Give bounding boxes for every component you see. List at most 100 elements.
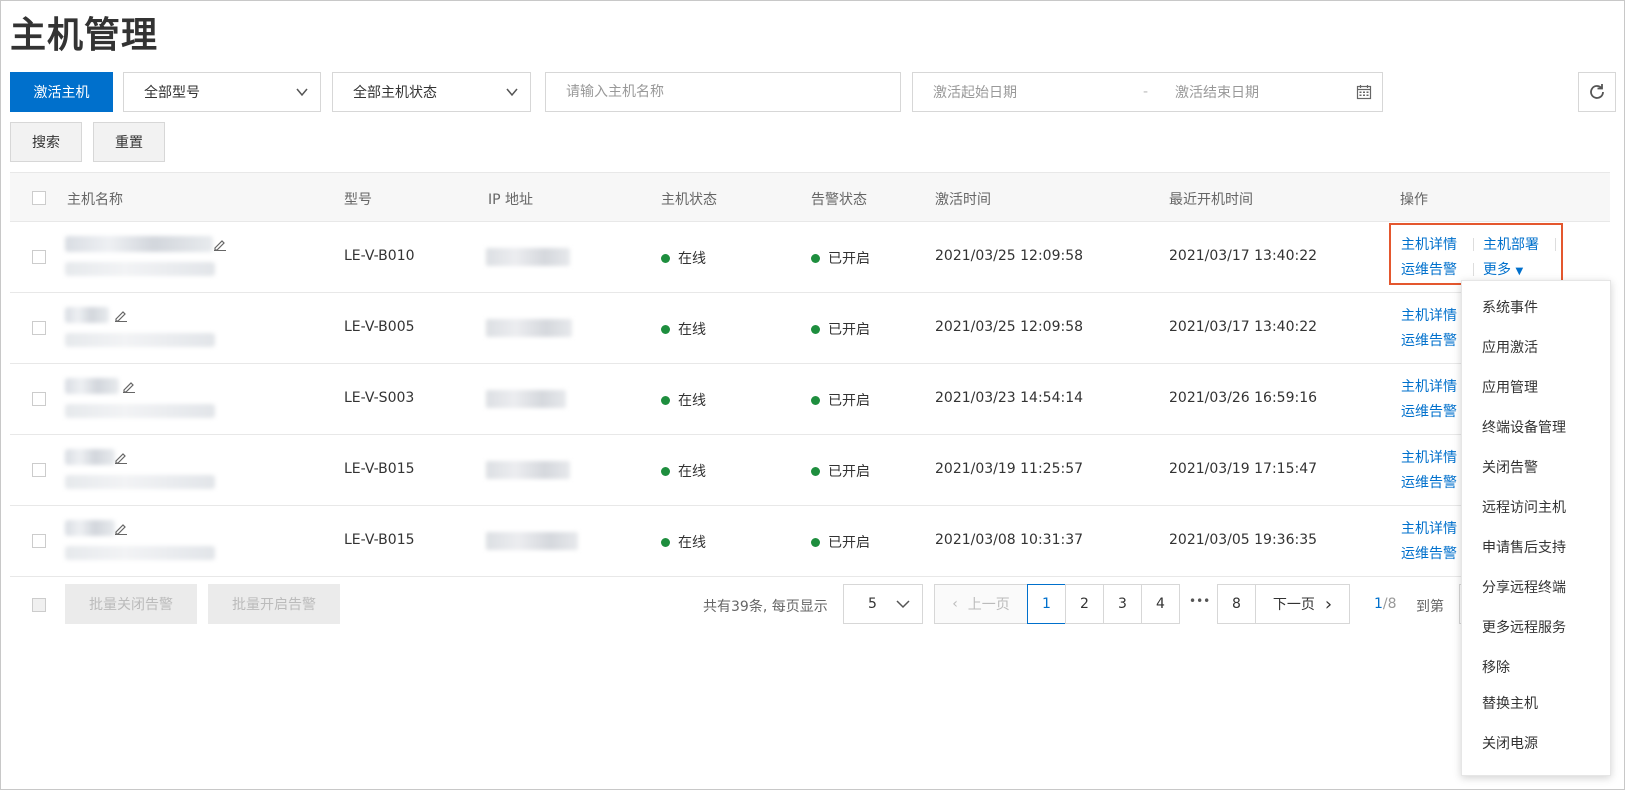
host-id-redacted xyxy=(65,404,215,418)
page-4-button[interactable]: 4 xyxy=(1141,584,1180,624)
pagination-ellipsis: ••• xyxy=(1189,594,1211,608)
row-checkbox[interactable] xyxy=(32,392,46,406)
menu-item-app-management[interactable]: 应用管理 xyxy=(1482,377,1538,397)
menu-item-remote-access-host[interactable]: 远程访问主机 xyxy=(1482,497,1566,517)
page-indicator: 1/8 xyxy=(1374,596,1397,612)
model-value: LE-V-B015 xyxy=(344,461,415,477)
ip-redacted xyxy=(486,319,572,337)
menu-item-terminal-device-management[interactable]: 终端设备管理 xyxy=(1482,417,1566,437)
host-status: 在线 xyxy=(661,461,706,481)
activation-date-range-picker[interactable]: 激活起始日期 - 激活结束日期 xyxy=(912,72,1383,112)
page-1-button[interactable]: 1 xyxy=(1027,584,1066,624)
page-2-button[interactable]: 2 xyxy=(1065,584,1104,624)
activation-time: 2021/03/25 12:09:58 xyxy=(935,248,1084,264)
ip-redacted xyxy=(486,461,570,479)
row-checkbox[interactable] xyxy=(32,534,46,548)
host-status: 在线 xyxy=(661,319,706,339)
edit-icon[interactable] xyxy=(114,521,128,535)
batch-open-alert-button[interactable]: 批量开启告警 xyxy=(208,584,340,624)
row-checkbox[interactable] xyxy=(32,250,46,264)
host-status: 在线 xyxy=(661,390,706,410)
page-size-select[interactable]: 5 xyxy=(843,584,923,624)
ip-redacted xyxy=(486,248,570,266)
refresh-icon xyxy=(1590,84,1604,99)
alert-status-dot xyxy=(811,537,820,547)
host-id-redacted xyxy=(65,546,215,560)
host-name-redacted[interactable] xyxy=(65,520,115,536)
host-name-redacted[interactable] xyxy=(65,236,213,252)
host-name-redacted[interactable] xyxy=(65,378,119,394)
refresh-button[interactable] xyxy=(1578,72,1616,112)
date-start-placeholder[interactable]: 激活起始日期 xyxy=(933,82,1017,102)
host-detail-link[interactable]: 主机详情 xyxy=(1401,518,1457,538)
chevron-down-icon xyxy=(506,88,518,97)
menu-item-system-events[interactable]: 系统事件 xyxy=(1482,297,1538,317)
ops-alert-link[interactable]: 运维告警 xyxy=(1401,330,1457,350)
alert-status-dot xyxy=(811,466,820,476)
page-3-button[interactable]: 3 xyxy=(1103,584,1142,624)
footer-select-all-checkbox[interactable] xyxy=(32,598,46,612)
menu-item-more-remote-services[interactable]: 更多远程服务 xyxy=(1482,617,1566,637)
column-last-boot-time: 最近开机时间 xyxy=(1169,192,1253,208)
host-status-select-value: 全部主机状态 xyxy=(353,85,437,101)
model-value: LE-V-B015 xyxy=(344,532,415,548)
calendar-icon[interactable] xyxy=(1356,84,1372,100)
prev-page-button[interactable]: ‹ 上一页 xyxy=(934,584,1028,624)
menu-item-close-alert[interactable]: 关闭告警 xyxy=(1482,457,1538,477)
menu-item-replace-host[interactable]: 替换主机 xyxy=(1482,693,1538,713)
host-name-redacted[interactable] xyxy=(65,307,109,323)
host-status-select[interactable]: 全部主机状态 xyxy=(332,72,531,112)
alert-status-dot xyxy=(811,395,820,405)
ip-redacted xyxy=(486,390,566,408)
date-separator: - xyxy=(1143,84,1149,100)
online-status-dot xyxy=(661,537,670,547)
ops-alert-link[interactable]: 运维告警 xyxy=(1401,472,1457,492)
model-select[interactable]: 全部型号 xyxy=(123,72,321,112)
column-host-name: 主机名称 xyxy=(67,192,123,208)
host-name-search-input[interactable] xyxy=(545,72,901,112)
edit-icon[interactable] xyxy=(213,237,227,251)
edit-icon[interactable] xyxy=(114,450,128,464)
activation-time: 2021/03/23 14:54:14 xyxy=(935,390,1084,406)
select-all-checkbox[interactable] xyxy=(32,191,46,205)
menu-item-share-remote-terminal[interactable]: 分享远程终端 xyxy=(1482,577,1566,597)
model-select-value: 全部型号 xyxy=(144,85,200,101)
menu-item-after-sales-support[interactable]: 申请售后支持 xyxy=(1482,537,1566,557)
edit-icon[interactable] xyxy=(114,308,128,322)
next-page-button[interactable]: 下一页 › xyxy=(1255,584,1350,624)
ops-alert-link[interactable]: 运维告警 xyxy=(1401,401,1457,421)
menu-item-power-off[interactable]: 关闭电源 xyxy=(1482,733,1538,753)
batch-close-alert-button[interactable]: 批量关闭告警 xyxy=(65,584,197,624)
row-checkbox[interactable] xyxy=(32,463,46,477)
host-detail-link[interactable]: 主机详情 xyxy=(1401,305,1457,325)
menu-item-remove[interactable]: 移除 xyxy=(1482,657,1510,677)
online-status-dot xyxy=(661,324,670,334)
actions-highlight-box xyxy=(1389,223,1563,285)
online-status-dot xyxy=(661,395,670,405)
column-actions: 操作 xyxy=(1400,192,1428,208)
ops-alert-link[interactable]: 运维告警 xyxy=(1401,543,1457,563)
alert-status-dot xyxy=(811,253,820,263)
page-8-button[interactable]: 8 xyxy=(1217,584,1256,624)
ip-redacted xyxy=(486,532,578,550)
host-name-redacted[interactable] xyxy=(65,449,115,465)
last-boot-time: 2021/03/05 19:36:35 xyxy=(1169,532,1318,548)
activation-time: 2021/03/19 11:25:57 xyxy=(935,461,1084,477)
host-detail-link[interactable]: 主机详情 xyxy=(1401,447,1457,467)
chevron-left-icon: ‹ xyxy=(952,596,958,612)
row-checkbox[interactable] xyxy=(32,321,46,335)
online-status-dot xyxy=(661,253,670,263)
host-detail-link[interactable]: 主机详情 xyxy=(1401,376,1457,396)
menu-item-app-activation[interactable]: 应用激活 xyxy=(1482,337,1538,357)
activation-time: 2021/03/25 12:09:58 xyxy=(935,319,1084,335)
chevron-right-icon: › xyxy=(1324,593,1333,615)
date-end-placeholder[interactable]: 激活结束日期 xyxy=(1175,82,1259,102)
host-id-redacted xyxy=(65,333,215,347)
search-button[interactable]: 搜索 xyxy=(10,122,82,162)
alert-status: 已开启 xyxy=(811,390,870,410)
reset-button[interactable]: 重置 xyxy=(93,122,165,162)
activate-host-button[interactable]: 激活主机 xyxy=(10,72,113,112)
edit-icon[interactable] xyxy=(122,379,136,393)
chevron-down-icon xyxy=(896,600,910,609)
more-actions-menu: 系统事件 应用激活 应用管理 终端设备管理 关闭告警 远程访问主机 申请售后支持… xyxy=(1461,280,1611,776)
